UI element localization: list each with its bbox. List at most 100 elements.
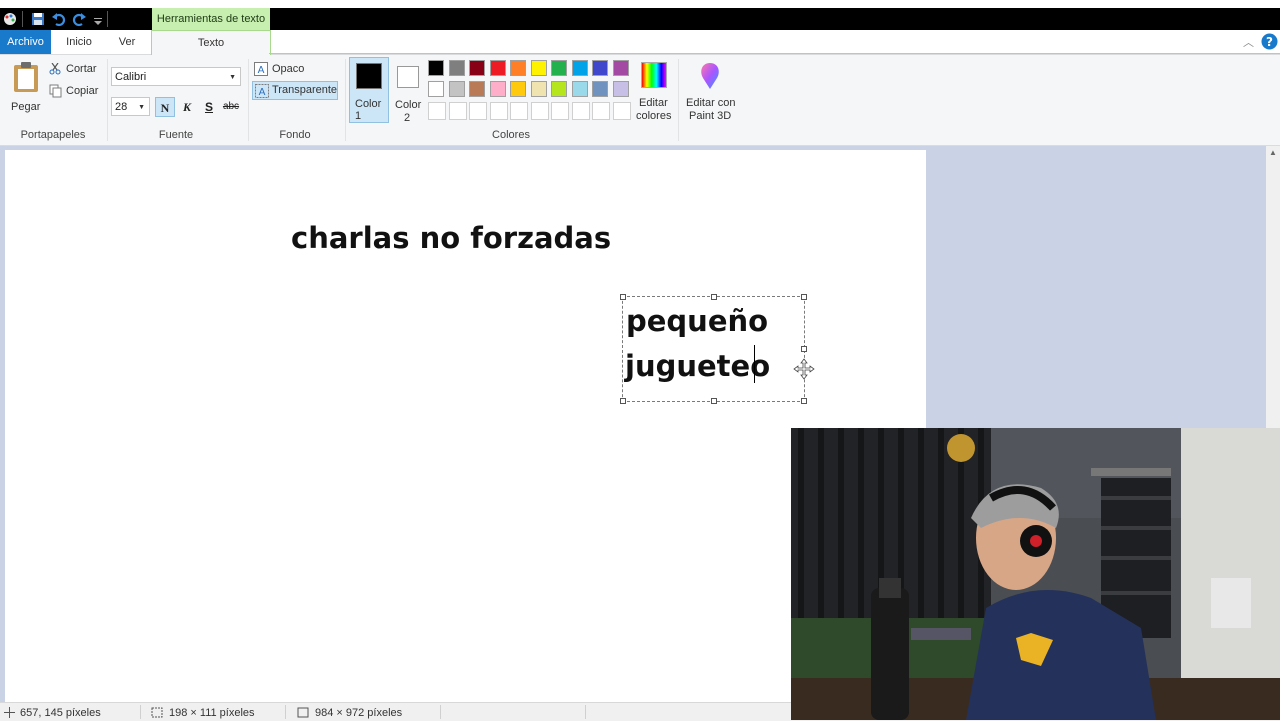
palette-color-swatch[interactable] (448, 81, 465, 97)
color2-button[interactable]: Color 2 (391, 57, 425, 124)
scissors-icon (49, 63, 61, 75)
drawing-canvas[interactable]: charlas no forzadas pequeño jugueteo (5, 150, 926, 702)
palette-color-swatch[interactable] (530, 60, 547, 76)
clipboard-group-label: Portapapeles (20, 129, 86, 141)
webcam-scene (791, 428, 1280, 720)
svg-text:A: A (258, 65, 265, 76)
bold-button[interactable]: N (155, 97, 175, 117)
group-separator (107, 59, 108, 141)
transparent-label: Transparente (272, 84, 338, 96)
color-spectrum-icon (641, 62, 667, 88)
group-separator (248, 59, 249, 141)
text-box-line-2: jugueteo (625, 349, 771, 383)
paint-app-icon[interactable] (2, 11, 18, 27)
palette-color-swatch[interactable] (428, 60, 444, 76)
undo-icon[interactable] (51, 11, 67, 27)
palette-color-swatch[interactable] (510, 60, 526, 76)
text-box[interactable]: pequeño jugueteo (620, 294, 815, 404)
font-size-select[interactable]: 28 ▼ (111, 97, 150, 116)
palette-custom-slot[interactable] (612, 102, 631, 120)
palette-color-swatch[interactable] (551, 81, 567, 97)
title-bar: Herramientas de texto (0, 8, 1280, 30)
cut-button[interactable]: Cortar (49, 61, 103, 79)
status-divider (285, 705, 286, 719)
redo-icon[interactable] (71, 11, 87, 27)
resize-handle[interactable] (620, 294, 626, 300)
tab-view[interactable]: Ver (108, 30, 146, 54)
strikethrough-button[interactable]: abc (221, 97, 241, 117)
opaque-label: Opaco (272, 63, 305, 75)
resize-handle[interactable] (711, 398, 717, 404)
palette-color-swatch[interactable] (592, 81, 608, 97)
copy-icon (49, 84, 62, 98)
webcam-overlay (791, 428, 1280, 720)
help-icon[interactable]: ? (1261, 33, 1278, 50)
paste-label: Pegar (11, 101, 41, 113)
palette-color-swatch[interactable] (510, 81, 526, 97)
color2-number: 2 (404, 112, 411, 124)
palette-color-swatch[interactable] (428, 81, 444, 97)
transparent-button[interactable]: A Transparente (252, 81, 338, 100)
resize-handle[interactable] (801, 346, 807, 352)
color1-label: Color 1 (355, 98, 382, 122)
save-icon[interactable] (30, 11, 46, 27)
opaque-button[interactable]: A Opaco (252, 60, 332, 78)
edit-colors-button[interactable]: Editar colores (636, 59, 672, 125)
underline-button[interactable]: S (199, 97, 219, 117)
color1-button[interactable]: Color 1 (349, 57, 389, 123)
resize-handle[interactable] (620, 398, 626, 404)
paint3d-label-2: Paint 3D (689, 110, 732, 122)
palette-custom-slot[interactable] (571, 102, 590, 120)
cut-label: Cortar (66, 63, 97, 75)
paste-button[interactable]: Pegar (5, 59, 45, 119)
selection-size: 198 × 111 píxeles (169, 707, 255, 719)
copy-button[interactable]: Copiar (49, 83, 103, 101)
color-palette (428, 60, 638, 126)
paint3d-icon (701, 63, 719, 89)
resize-handle[interactable] (801, 398, 807, 404)
palette-custom-slot[interactable] (551, 102, 569, 120)
palette-color-swatch[interactable] (469, 81, 485, 97)
edit-colors-label-2: colores (636, 110, 672, 122)
clipboard-icon (14, 62, 38, 92)
color2-label: Color (395, 99, 422, 111)
palette-color-swatch[interactable] (489, 81, 506, 97)
resize-handle[interactable] (711, 294, 717, 300)
font-family-select[interactable]: Calibri ▼ (111, 67, 241, 86)
palette-custom-slot[interactable] (489, 102, 508, 120)
palette-color-swatch[interactable] (551, 60, 567, 76)
context-tab-underline (269, 53, 1280, 54)
italic-button[interactable]: K (177, 97, 197, 117)
palette-color-swatch[interactable] (612, 81, 629, 97)
palette-color-swatch[interactable] (489, 60, 506, 76)
resize-handle[interactable] (801, 294, 807, 300)
tab-home[interactable]: Inicio (54, 30, 104, 54)
palette-custom-slot[interactable] (530, 102, 549, 120)
tab-text[interactable]: Texto (151, 30, 271, 55)
image-size: 984 × 972 píxeles (315, 707, 403, 719)
palette-custom-slot[interactable] (592, 102, 610, 120)
palette-color-swatch[interactable] (571, 81, 588, 97)
quick-access-divider (107, 11, 108, 27)
status-divider (440, 705, 441, 719)
tab-file[interactable]: Archivo (0, 30, 51, 54)
group-separator (345, 59, 346, 141)
minimize-ribbon-icon[interactable]: ︿ (1243, 34, 1254, 50)
customize-quick-access-icon[interactable] (90, 11, 106, 27)
palette-custom-slot[interactable] (469, 102, 487, 120)
chevron-down-icon: ▼ (229, 74, 236, 81)
palette-color-swatch[interactable] (592, 60, 608, 76)
palette-custom-slot[interactable] (510, 102, 528, 120)
palette-color-swatch[interactable] (530, 81, 547, 97)
selection-size-icon (151, 707, 163, 718)
palette-custom-slot[interactable] (428, 102, 446, 120)
scroll-up-icon[interactable]: ▲ (1269, 148, 1277, 157)
palette-color-swatch[interactable] (469, 60, 485, 76)
edit-with-paint3d-button[interactable]: Editar con Paint 3D (684, 59, 738, 125)
palette-color-swatch[interactable] (612, 60, 629, 76)
palette-color-swatch[interactable] (571, 60, 588, 76)
palette-custom-slot[interactable] (448, 102, 467, 120)
palette-color-swatch[interactable] (448, 60, 465, 76)
chevron-down-icon: ▼ (138, 104, 145, 111)
font-group-label: Fuente (158, 129, 194, 141)
